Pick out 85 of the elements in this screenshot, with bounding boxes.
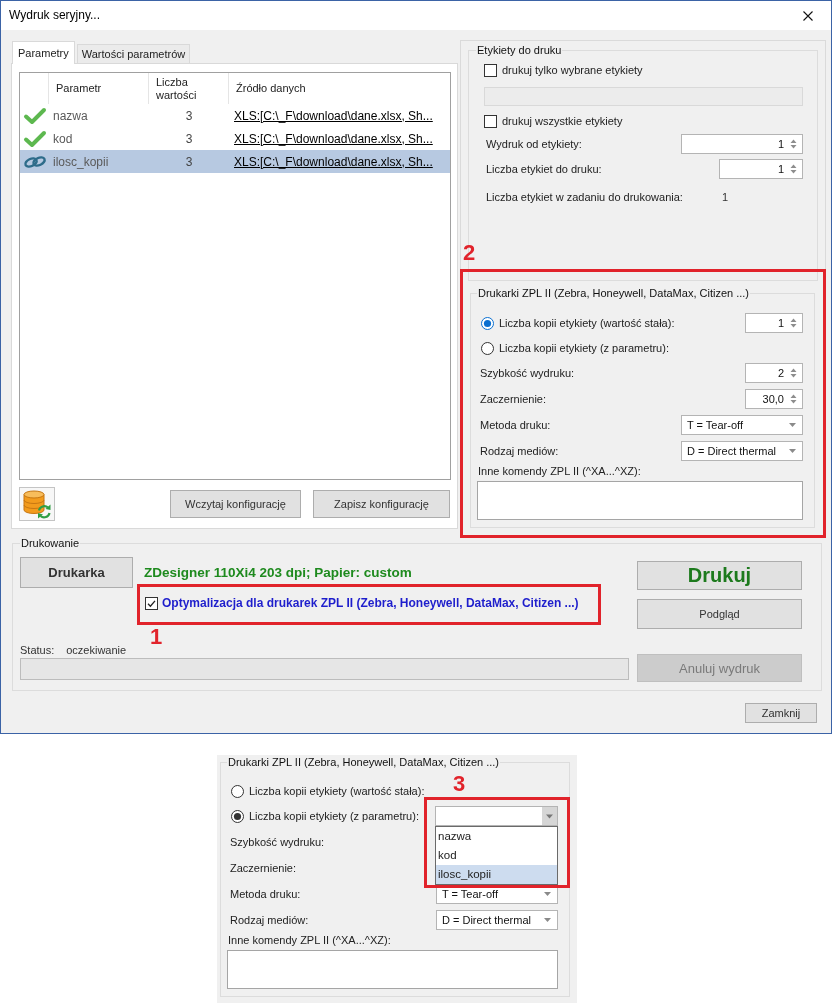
checkbox-label: drukuj tylko wybrane etykiety: [502, 64, 643, 76]
source-link[interactable]: XLS:[C:\_F\download\dane.xlsx, Sh...: [234, 131, 433, 146]
caret-icon: [544, 918, 551, 922]
config-button[interactable]: Zapisz konfigurację: [313, 490, 450, 518]
config-button[interactable]: Wczytaj konfigurację: [170, 490, 301, 518]
status-value: oczekiwanie: [66, 643, 127, 657]
caret-icon: [789, 423, 796, 427]
caret-icon: [542, 807, 557, 825]
list-option[interactable]: kod: [436, 846, 557, 865]
close-icon[interactable]: [803, 10, 813, 21]
database-sync-icon: [22, 489, 52, 519]
radio-button[interactable]: [481, 341, 494, 355]
caret-icon: [544, 892, 551, 896]
chain-link-icon: [22, 153, 47, 170]
column-header: Źródło danych: [235, 81, 307, 96]
spin-box[interactable]: 1: [719, 159, 803, 179]
dropdown[interactable]: D = Direct thermal: [436, 910, 558, 930]
spin-arrows-icon: [790, 138, 797, 150]
group-title: Drukarki ZPL II (Zebra, Honeywell, DataMax, Citizen ...): [477, 287, 750, 300]
spin-box[interactable]: 2: [745, 363, 803, 383]
table-cell-text: 3: [184, 154, 194, 169]
field-label: Zaczernienie:: [479, 393, 547, 405]
field-label: Liczba etykiet w zadaniu do drukowania:: [486, 191, 683, 203]
spin-arrows-icon: [790, 317, 797, 329]
spin-arrows-icon: [790, 367, 797, 379]
radio-label: Liczba kopii etykiety (wartość stała):: [499, 317, 675, 329]
spin-box[interactable]: 30,0: [745, 389, 803, 409]
field-label: Rodzaj mediów:: [229, 914, 309, 926]
callout-number: 1: [150, 626, 163, 648]
value-text: 1: [722, 191, 729, 203]
field-label: Szybkość wydruku:: [229, 836, 325, 848]
source-link[interactable]: XLS:[C:\_F\download\dane.xlsx, Sh...: [234, 108, 433, 123]
radio-label: Liczba kopii etykiety (z parametru):: [499, 342, 669, 354]
close-button[interactable]: Zamknij: [745, 703, 817, 723]
database-button[interactable]: [19, 487, 55, 521]
radio-label: Liczba kopii etykiety (z parametru):: [249, 810, 419, 822]
checkmark-icon: [22, 106, 47, 125]
preview-button[interactable]: Podgląd: [637, 599, 802, 629]
table-cell-text: kod: [52, 131, 74, 146]
group-title: Etykiety do druku: [476, 44, 563, 57]
callout-number: 3: [453, 773, 466, 795]
radio-button[interactable]: [481, 316, 494, 330]
field-label: Szybkość wydruku:: [479, 367, 575, 379]
printer-button[interactable]: Drukarka: [20, 557, 133, 588]
dropdown[interactable]: T = Tear-off: [681, 415, 803, 435]
field-label: Metoda druku:: [229, 888, 301, 900]
printer-info: ZDesigner 110Xi4 203 dpi; Papier: custom: [144, 565, 412, 580]
table-cell-text: nazwa: [52, 108, 89, 123]
table-row[interactable]: ilosc_kopii 3 XLS:[C:\_F\download\dane.xlsx, Sh...: [20, 150, 450, 173]
checkmark-icon: [22, 129, 47, 148]
checkbox[interactable]: [484, 114, 497, 128]
status-label: Status:: [20, 643, 55, 657]
field-label: Zaczernienie:: [229, 862, 297, 874]
group-title: Drukarki ZPL II (Zebra, Honeywell, DataMax, Citizen ...): [227, 756, 500, 769]
field-label: Wydruk od etykiety:: [486, 138, 582, 150]
list-option[interactable]: ilosc_kopii: [436, 865, 557, 884]
checkbox[interactable]: [145, 597, 158, 610]
callout-number: 2: [463, 242, 476, 264]
spin-box[interactable]: 1: [681, 134, 803, 154]
spin-arrows-icon: [790, 393, 797, 405]
table-cell-text: ilosc_kopii: [52, 154, 110, 169]
field-label: Liczba etykiet do druku:: [486, 163, 602, 175]
spin-box[interactable]: 1: [745, 313, 803, 333]
table-cell-text: 3: [184, 108, 194, 123]
table-cell-text: 3: [184, 131, 194, 146]
radio-button[interactable]: [231, 809, 244, 823]
checkbox-label: drukuj wszystkie etykiety: [502, 115, 623, 127]
field-label: Metoda druku:: [479, 419, 551, 431]
tab[interactable]: Wartości parametrów: [76, 44, 191, 63]
radio-label: Liczba kopii etykiety (wartość stała):: [249, 785, 425, 797]
field-label: Inne komendy ZPL II (^XA...^XZ):: [477, 465, 642, 478]
dropdown[interactable]: D = Direct thermal: [681, 441, 803, 461]
tab[interactable]: Parametry: [12, 41, 75, 64]
caret-icon: [789, 449, 796, 453]
field-label: Rodzaj mediów:: [479, 445, 559, 457]
print-button[interactable]: Drukuj: [637, 561, 802, 590]
source-link[interactable]: XLS:[C:\_F\download\dane.xlsx, Sh...: [234, 154, 433, 169]
radio-button[interactable]: [231, 784, 244, 798]
checkbox-label: Optymalizacja dla drukarek ZPL II (Zebra, Honeywell, DataMax, Citizen ...): [162, 597, 579, 610]
checkbox[interactable]: [484, 63, 497, 77]
window-title: Wydruk seryjny...: [9, 8, 101, 23]
list-option[interactable]: nazwa: [436, 827, 557, 846]
field-label: Inne komendy ZPL II (^XA...^XZ):: [227, 934, 392, 947]
group-title: Drukowanie: [20, 537, 81, 550]
spin-arrows-icon: [790, 163, 797, 175]
